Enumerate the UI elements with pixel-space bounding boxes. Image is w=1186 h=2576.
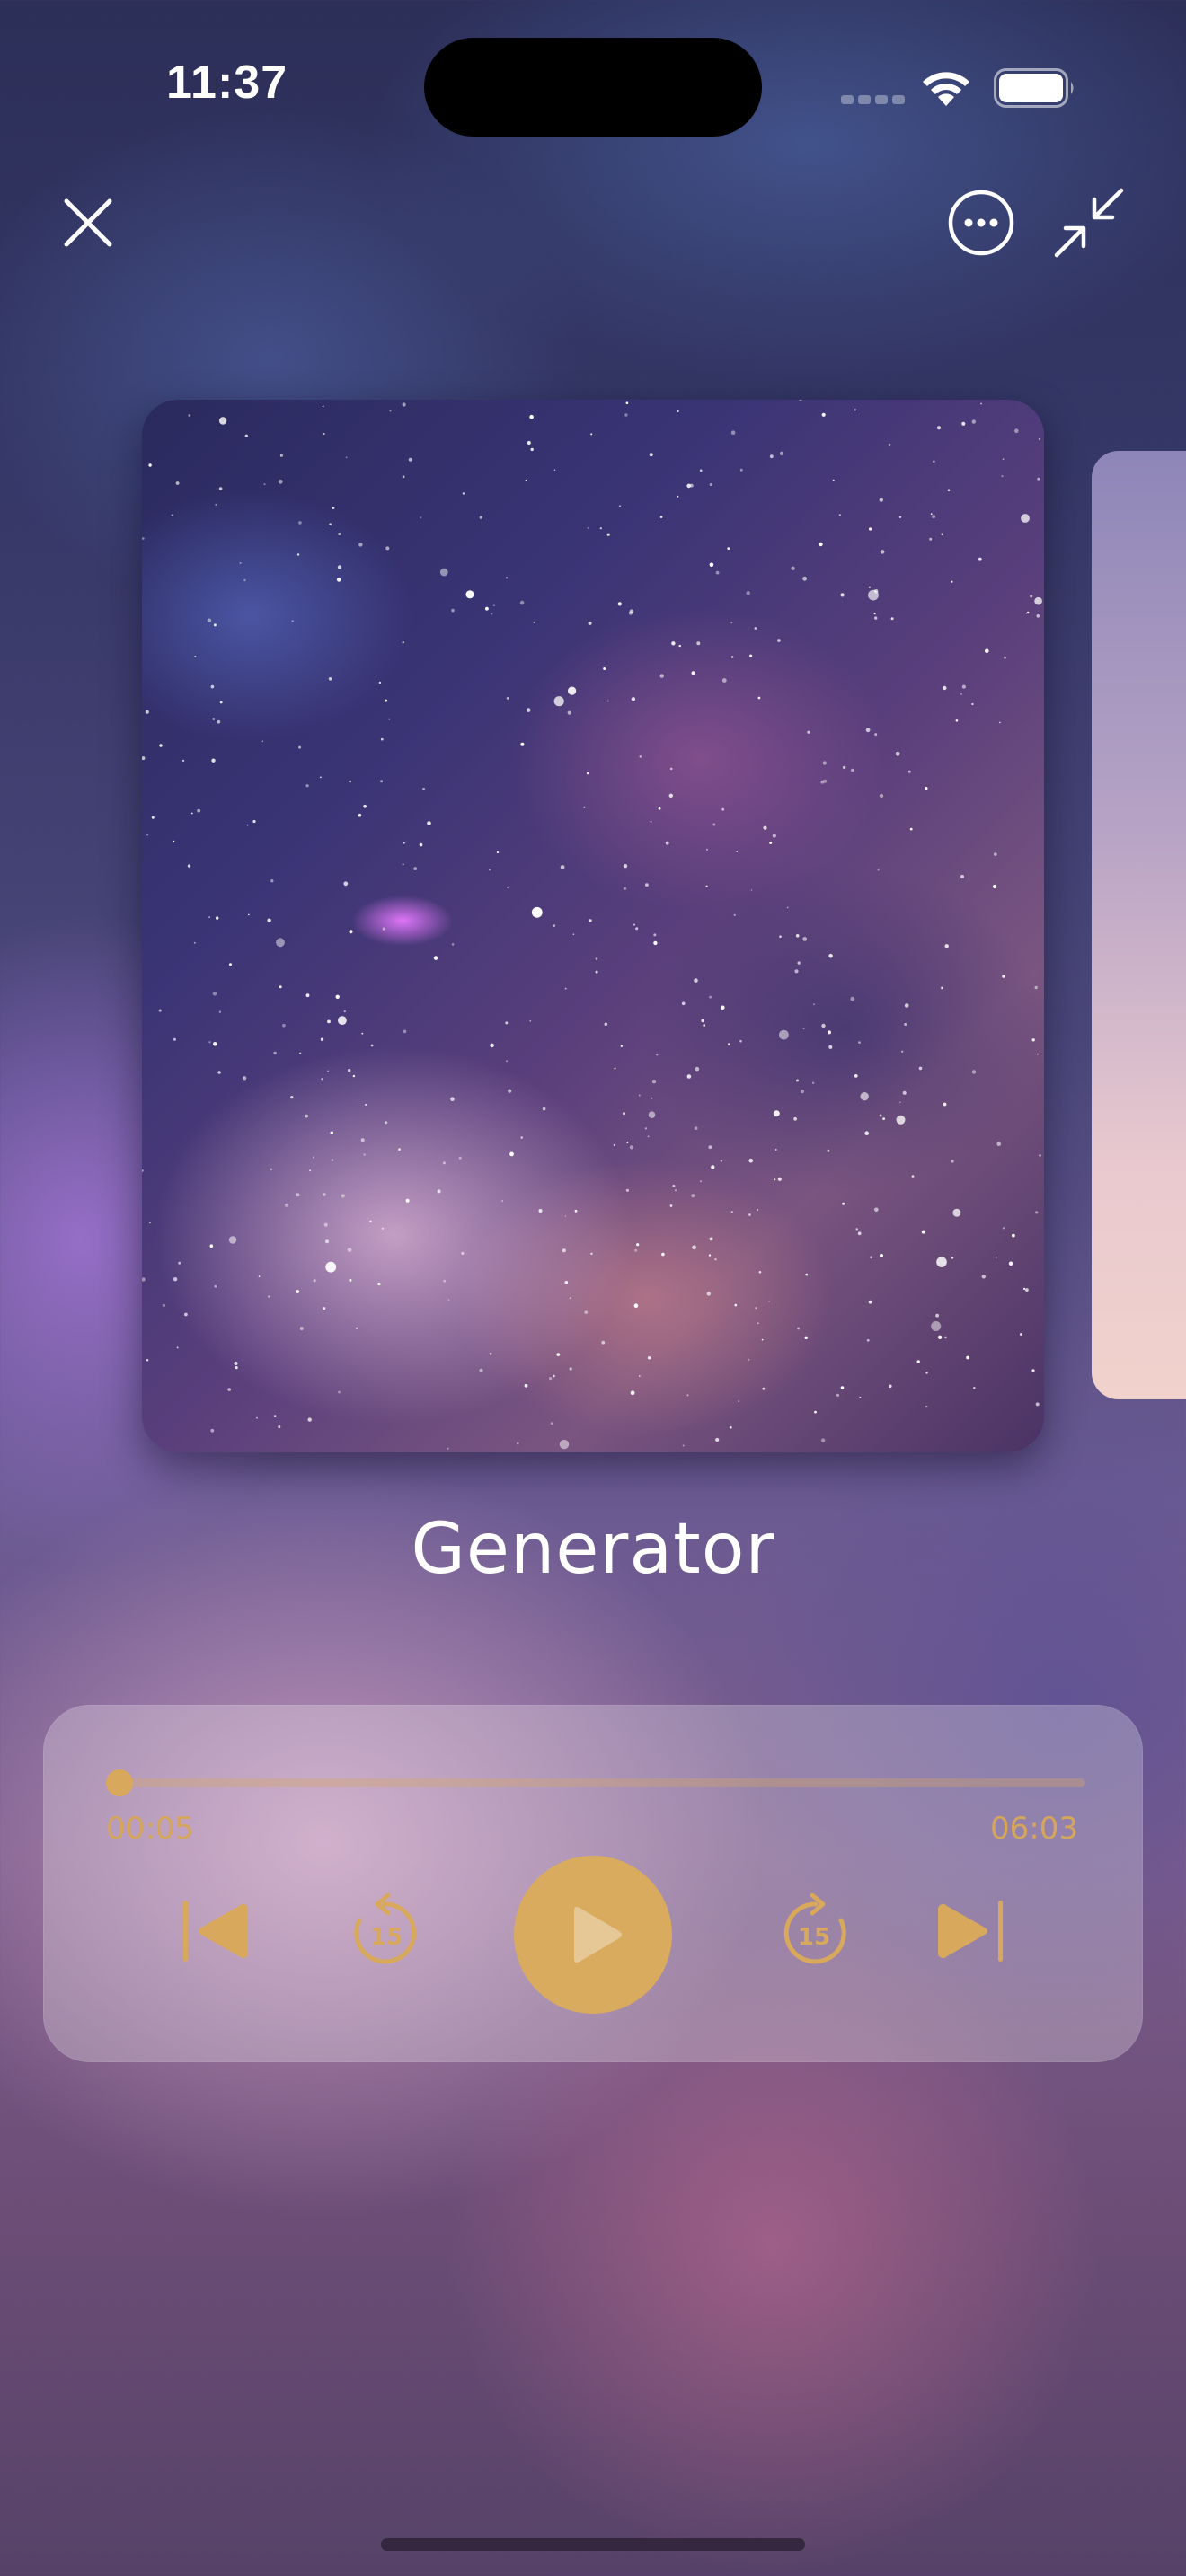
home-indicator[interactable] [381,2538,805,2551]
player-card: 00:05 06:03 15 15 [43,1705,1143,2062]
wifi-icon [923,72,969,106]
minimize-button[interactable] [1053,187,1125,259]
dynamic-island [424,38,762,137]
skip-previous-button[interactable] [180,1895,252,1967]
svg-text:15: 15 [798,1924,830,1951]
rewind-15-icon: 15 [354,1893,417,1964]
forward-15-icon: 15 [783,1893,846,1964]
close-button[interactable] [56,190,120,255]
cellular-signal-icon [841,95,905,104]
forward-15-button[interactable]: 15 [778,1893,854,1969]
total-time: 06:03 [990,1811,1078,1847]
progress-slider[interactable] [106,1769,1085,1796]
rewind-15-button[interactable]: 15 [347,1893,422,1969]
battery-icon [994,68,1074,108]
track-title: Generator [411,1509,775,1590]
more-options-icon [948,190,1014,256]
artwork-image[interactable] [142,400,1044,1452]
more-options-button[interactable] [947,189,1015,257]
status-time: 11:37 [166,57,288,109]
elapsed-time: 00:05 [106,1811,194,1847]
skip-next-button[interactable] [934,1895,1006,1967]
play-button[interactable] [514,1856,672,2014]
progress-thumb[interactable] [106,1769,134,1796]
skip-next-icon [938,1901,1003,1962]
close-icon [64,198,112,247]
skip-previous-icon [183,1901,248,1962]
minimize-icon [1054,188,1124,258]
next-artwork-peek[interactable] [1092,451,1186,1399]
starfield [142,400,1042,1450]
play-icon [574,1907,622,1963]
svg-text:15: 15 [370,1924,403,1951]
